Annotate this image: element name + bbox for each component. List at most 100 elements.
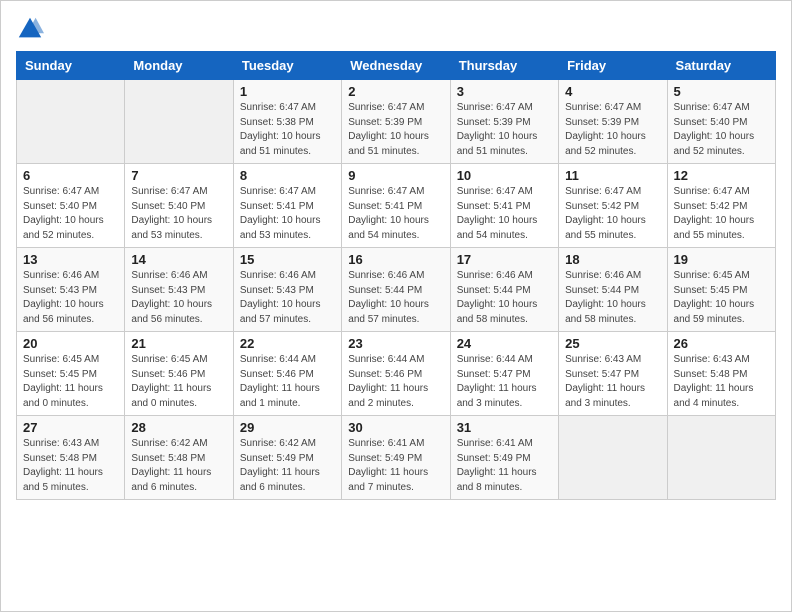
calendar-day-header: Sunday: [17, 52, 125, 80]
day-number: 26: [674, 336, 769, 351]
calendar-day-header: Monday: [125, 52, 233, 80]
calendar-cell: 24 Sunrise: 6:44 AM Sunset: 5:47 PM Dayli…: [450, 332, 558, 416]
calendar-cell: 10 Sunrise: 6:47 AM Sunset: 5:41 PM Dayli…: [450, 164, 558, 248]
header: [16, 11, 776, 43]
calendar-cell: 11 Sunrise: 6:47 AM Sunset: 5:42 PM Dayli…: [559, 164, 667, 248]
day-info: Sunrise: 6:41 AM Sunset: 5:49 PM Dayligh…: [457, 437, 552, 495]
calendar-cell: [125, 80, 233, 164]
calendar-cell: 14 Sunrise: 6:46 AM Sunset: 5:43 PM Dayli…: [125, 248, 233, 332]
calendar-day-header: Friday: [559, 52, 667, 80]
day-number: 21: [131, 336, 226, 351]
day-info: Sunrise: 6:47 AM Sunset: 5:40 PM Dayligh…: [23, 185, 118, 243]
calendar-week-row: 13Sunrise: 6:46 AM Sunset: 5:43 PM Dayli…: [17, 248, 776, 332]
day-number: 15: [240, 252, 335, 267]
calendar-cell: 18 Sunrise: 6:46 AM Sunset: 5:44 PM Dayli…: [559, 248, 667, 332]
day-info: Sunrise: 6:46 AM Sunset: 5:44 PM Dayligh…: [457, 269, 552, 327]
day-number: 11: [565, 168, 660, 183]
day-number: 23: [348, 336, 443, 351]
day-number: 19: [674, 252, 769, 267]
day-number: 18: [565, 252, 660, 267]
calendar-cell: 13Sunrise: 6:46 AM Sunset: 5:43 PM Dayli…: [17, 248, 125, 332]
day-number: 24: [457, 336, 552, 351]
day-info: Sunrise: 6:47 AM Sunset: 5:39 PM Dayligh…: [565, 101, 660, 159]
calendar-cell: 25 Sunrise: 6:43 AM Sunset: 5:47 PM Dayli…: [559, 332, 667, 416]
calendar-cell: 8 Sunrise: 6:47 AM Sunset: 5:41 PM Daylig…: [233, 164, 341, 248]
calendar-week-row: 20 Sunrise: 6:45 AM Sunset: 5:45 PM Dayli…: [17, 332, 776, 416]
day-info: Sunrise: 6:47 AM Sunset: 5:39 PM Dayligh…: [457, 101, 552, 159]
day-number: 27: [23, 420, 118, 435]
day-number: 5: [674, 84, 769, 99]
calendar-cell: 4Sunrise: 6:47 AM Sunset: 5:39 PM Daylig…: [559, 80, 667, 164]
calendar-day-header: Saturday: [667, 52, 775, 80]
calendar-cell: [17, 80, 125, 164]
calendar-cell: 15Sunrise: 6:46 AM Sunset: 5:43 PM Dayli…: [233, 248, 341, 332]
day-number: 30: [348, 420, 443, 435]
day-number: 14: [131, 252, 226, 267]
day-info: Sunrise: 6:46 AM Sunset: 5:44 PM Dayligh…: [565, 269, 660, 327]
day-number: 12: [674, 168, 769, 183]
calendar-cell: 12 Sunrise: 6:47 AM Sunset: 5:42 PM Dayli…: [667, 164, 775, 248]
day-info: Sunrise: 6:47 AM Sunset: 5:40 PM Dayligh…: [131, 185, 226, 243]
day-number: 16: [348, 252, 443, 267]
day-number: 6: [23, 168, 118, 183]
calendar-cell: 19 Sunrise: 6:45 AM Sunset: 5:45 PM Dayli…: [667, 248, 775, 332]
calendar-cell: 31 Sunrise: 6:41 AM Sunset: 5:49 PM Dayli…: [450, 416, 558, 500]
calendar-week-row: 1Sunrise: 6:47 AM Sunset: 5:38 PM Daylig…: [17, 80, 776, 164]
calendar-cell: 17 Sunrise: 6:46 AM Sunset: 5:44 PM Dayli…: [450, 248, 558, 332]
day-info: Sunrise: 6:47 AM Sunset: 5:39 PM Dayligh…: [348, 101, 443, 159]
day-info: Sunrise: 6:46 AM Sunset: 5:43 PM Dayligh…: [131, 269, 226, 327]
calendar-cell: 28Sunrise: 6:42 AM Sunset: 5:48 PM Dayli…: [125, 416, 233, 500]
calendar-cell: 20 Sunrise: 6:45 AM Sunset: 5:45 PM Dayli…: [17, 332, 125, 416]
logo-icon: [16, 15, 44, 43]
calendar-cell: 30 Sunrise: 6:41 AM Sunset: 5:49 PM Dayli…: [342, 416, 450, 500]
day-info: Sunrise: 6:47 AM Sunset: 5:42 PM Dayligh…: [565, 185, 660, 243]
calendar-cell: [667, 416, 775, 500]
day-info: Sunrise: 6:44 AM Sunset: 5:46 PM Dayligh…: [240, 353, 335, 411]
day-info: Sunrise: 6:47 AM Sunset: 5:41 PM Dayligh…: [457, 185, 552, 243]
calendar-cell: 1Sunrise: 6:47 AM Sunset: 5:38 PM Daylig…: [233, 80, 341, 164]
day-info: Sunrise: 6:42 AM Sunset: 5:49 PM Dayligh…: [240, 437, 335, 495]
day-info: Sunrise: 6:43 AM Sunset: 5:47 PM Dayligh…: [565, 353, 660, 411]
calendar-day-header: Thursday: [450, 52, 558, 80]
logo: [16, 15, 48, 43]
calendar-cell: 23Sunrise: 6:44 AM Sunset: 5:46 PM Dayli…: [342, 332, 450, 416]
calendar-header-row: SundayMondayTuesdayWednesdayThursdayFrid…: [17, 52, 776, 80]
day-number: 17: [457, 252, 552, 267]
day-number: 31: [457, 420, 552, 435]
day-info: Sunrise: 6:44 AM Sunset: 5:47 PM Dayligh…: [457, 353, 552, 411]
day-info: Sunrise: 6:45 AM Sunset: 5:45 PM Dayligh…: [23, 353, 118, 411]
day-number: 3: [457, 84, 552, 99]
calendar-cell: 22 Sunrise: 6:44 AM Sunset: 5:46 PM Dayli…: [233, 332, 341, 416]
day-info: Sunrise: 6:47 AM Sunset: 5:41 PM Dayligh…: [240, 185, 335, 243]
calendar-cell: 16 Sunrise: 6:46 AM Sunset: 5:44 PM Dayli…: [342, 248, 450, 332]
calendar-cell: 27Sunrise: 6:43 AM Sunset: 5:48 PM Dayli…: [17, 416, 125, 500]
day-number: 9: [348, 168, 443, 183]
day-number: 22: [240, 336, 335, 351]
day-number: 10: [457, 168, 552, 183]
calendar-page: SundayMondayTuesdayWednesdayThursdayFrid…: [0, 0, 792, 612]
day-info: Sunrise: 6:41 AM Sunset: 5:49 PM Dayligh…: [348, 437, 443, 495]
day-info: Sunrise: 6:43 AM Sunset: 5:48 PM Dayligh…: [674, 353, 769, 411]
day-number: 25: [565, 336, 660, 351]
calendar-week-row: 27Sunrise: 6:43 AM Sunset: 5:48 PM Dayli…: [17, 416, 776, 500]
calendar-cell: [559, 416, 667, 500]
day-number: 20: [23, 336, 118, 351]
calendar-day-header: Tuesday: [233, 52, 341, 80]
calendar-week-row: 6 Sunrise: 6:47 AM Sunset: 5:40 PM Daylig…: [17, 164, 776, 248]
day-info: Sunrise: 6:47 AM Sunset: 5:42 PM Dayligh…: [674, 185, 769, 243]
day-number: 1: [240, 84, 335, 99]
day-info: Sunrise: 6:45 AM Sunset: 5:46 PM Dayligh…: [131, 353, 226, 411]
day-number: 2: [348, 84, 443, 99]
calendar-cell: 9Sunrise: 6:47 AM Sunset: 5:41 PM Daylig…: [342, 164, 450, 248]
calendar-cell: 29 Sunrise: 6:42 AM Sunset: 5:49 PM Dayli…: [233, 416, 341, 500]
day-info: Sunrise: 6:45 AM Sunset: 5:45 PM Dayligh…: [674, 269, 769, 327]
calendar-cell: 6 Sunrise: 6:47 AM Sunset: 5:40 PM Daylig…: [17, 164, 125, 248]
day-number: 8: [240, 168, 335, 183]
calendar-table: SundayMondayTuesdayWednesdayThursdayFrid…: [16, 51, 776, 500]
calendar-day-header: Wednesday: [342, 52, 450, 80]
day-number: 29: [240, 420, 335, 435]
calendar-cell: 7Sunrise: 6:47 AM Sunset: 5:40 PM Daylig…: [125, 164, 233, 248]
day-info: Sunrise: 6:47 AM Sunset: 5:40 PM Dayligh…: [674, 101, 769, 159]
calendar-cell: 2 Sunrise: 6:47 AM Sunset: 5:39 PM Daylig…: [342, 80, 450, 164]
day-info: Sunrise: 6:46 AM Sunset: 5:44 PM Dayligh…: [348, 269, 443, 327]
